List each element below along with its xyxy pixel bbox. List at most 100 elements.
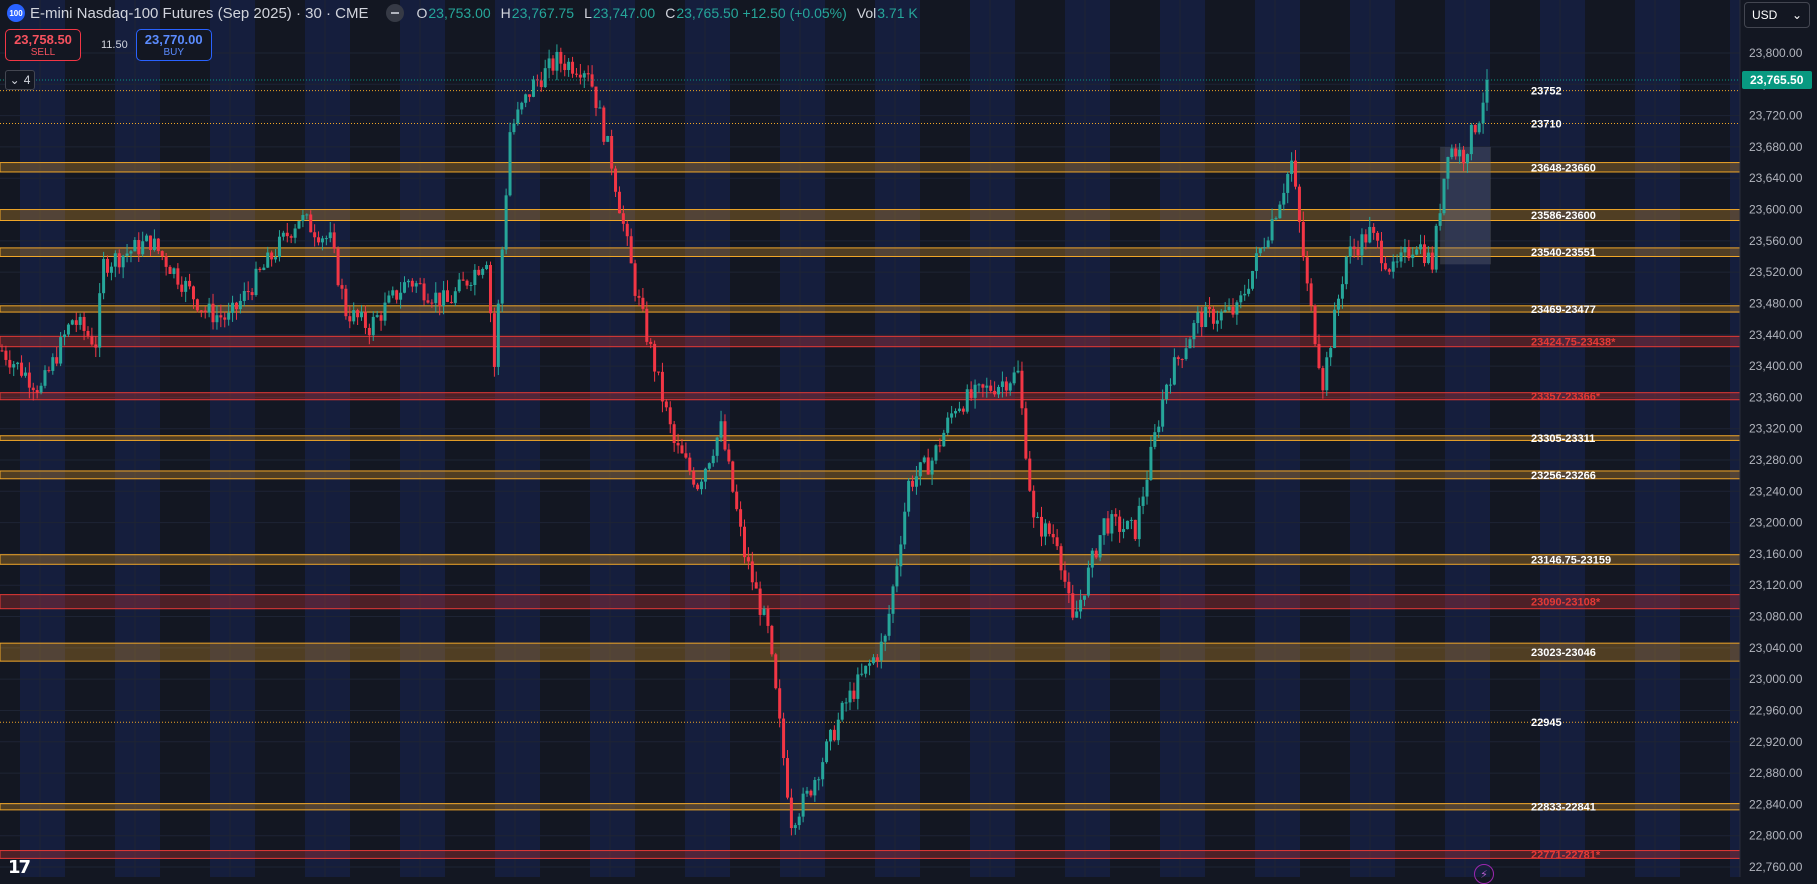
candle-body (387, 295, 391, 303)
candle-body (1282, 192, 1286, 205)
indicators-toggle[interactable]: ⌄ 4 (5, 70, 35, 90)
symbol-title[interactable]: E-mini Nasdaq-100 Futures (Sep 2025) · 3… (30, 5, 368, 22)
candle-body (254, 268, 258, 296)
candle-body (266, 252, 270, 268)
candle-body (20, 362, 24, 376)
candle-body (934, 445, 938, 461)
candle-body (692, 471, 696, 485)
price-tick-label: 23,280.00 (1749, 453, 1803, 467)
candle-body (367, 327, 371, 336)
candle-body (684, 453, 688, 458)
candle-body (766, 608, 770, 626)
candle-body (66, 324, 70, 335)
candle-body (469, 284, 473, 286)
candle-body (821, 762, 825, 780)
candle-body (344, 288, 348, 317)
candle-body (918, 462, 922, 477)
candle-body (281, 232, 285, 237)
candle-body (571, 61, 575, 74)
zone-label: 23648-23660 (1531, 162, 1596, 174)
bolt-icon[interactable]: ⚡ (1474, 864, 1494, 884)
chart-area[interactable]: 23648-23660 23586-23600 23540-23551 23469-2… (0, 0, 1817, 877)
candle-body (965, 389, 969, 412)
candle-body (1012, 372, 1016, 384)
candle-body (1325, 357, 1329, 391)
candle-body (922, 457, 926, 463)
candle-body (1251, 270, 1255, 289)
candle-body (1458, 149, 1462, 157)
candle-body (649, 341, 653, 344)
candle-body (731, 461, 735, 492)
candle-body (1309, 283, 1313, 306)
zone-label: 22771-22781* (1531, 849, 1601, 861)
candle-body (875, 657, 879, 661)
candle-body (887, 613, 891, 636)
price-tick-label: 22,760.00 (1749, 860, 1803, 874)
candle-body (1043, 523, 1047, 537)
candle-body (614, 168, 618, 192)
candle-body (82, 316, 86, 331)
price-tick-label: 23,120.00 (1749, 578, 1803, 592)
candle-body (1395, 261, 1399, 263)
zone-label: 23469-23477 (1531, 304, 1596, 316)
candle-body (1469, 124, 1473, 155)
candle-body (868, 663, 872, 666)
zone-label: 23146.75-23159 (1531, 554, 1611, 566)
candle-body (477, 269, 481, 275)
candle-body (899, 544, 903, 567)
candle-body (950, 413, 954, 418)
candle-body (1079, 599, 1083, 612)
sell-button[interactable]: 23,758.50 SELL (5, 29, 81, 61)
candle-body (1028, 458, 1032, 491)
candle-body (660, 371, 664, 402)
candle-body (1262, 247, 1266, 249)
candle-body (223, 317, 227, 320)
candle-body (172, 268, 176, 274)
level-label: 22945 (1531, 717, 1562, 729)
candle-body (328, 232, 332, 239)
candle-body (1008, 383, 1012, 391)
price-chart[interactable]: 23648-23660 23586-23600 23540-23551 23469-2… (0, 0, 1817, 877)
candle-body (1247, 288, 1251, 294)
candle-body (1403, 246, 1407, 253)
candle-body (1032, 490, 1036, 518)
currency-select[interactable]: USD ⌄ (1744, 2, 1810, 28)
spread-value: 11.50 (101, 39, 128, 51)
candle-body (418, 283, 422, 285)
candle-body (860, 673, 864, 675)
price-tick-label: 23,720.00 (1749, 109, 1803, 123)
candle-body (1422, 244, 1426, 264)
candle-body (1473, 124, 1477, 133)
candle-body (809, 790, 813, 796)
candle-body (39, 385, 43, 393)
candle-body (51, 357, 55, 371)
candle-body (770, 625, 774, 655)
candle-body (825, 741, 829, 763)
buy-button[interactable]: 23,770.00 BUY (135, 29, 212, 61)
candle-body (473, 269, 477, 285)
symbol-logo-icon[interactable]: 100 (7, 4, 25, 22)
candle-body (1063, 570, 1067, 582)
candle-body (360, 311, 364, 318)
candle-body (746, 557, 750, 562)
candle-body (911, 480, 915, 487)
candle-body (277, 236, 281, 258)
candle-body (778, 688, 782, 719)
candle-body (1411, 254, 1415, 259)
candle-body (1360, 234, 1364, 256)
collapse-icon[interactable] (386, 4, 405, 22)
candle-body (422, 283, 426, 301)
candle-body (426, 300, 430, 303)
candle-body (1364, 234, 1368, 243)
last-price-label: 23,765.50 (1750, 73, 1804, 87)
candle-body (106, 258, 110, 273)
candle-body (74, 320, 78, 325)
candle-body (516, 109, 520, 124)
candle-body (1372, 226, 1376, 233)
zone-band (0, 594, 1741, 610)
candle-body (94, 344, 98, 348)
candle-body (23, 372, 27, 376)
candle-body (145, 235, 149, 242)
candle-body (1477, 123, 1481, 133)
candle-body (500, 249, 504, 304)
